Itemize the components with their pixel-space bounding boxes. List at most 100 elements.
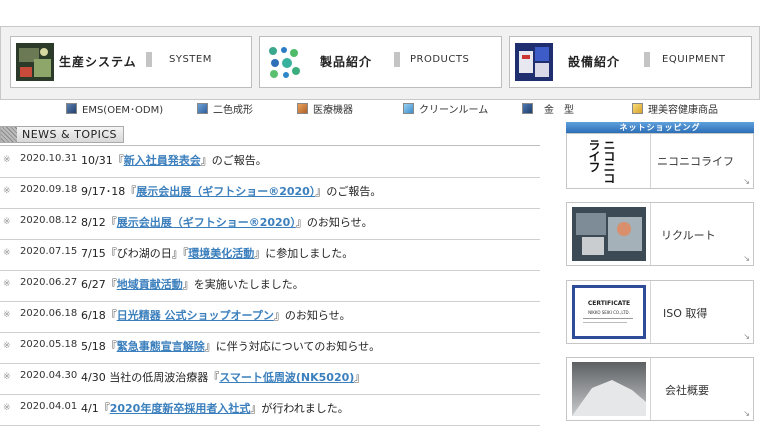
recruit-label: リクルート <box>661 229 716 242</box>
news-text-pre: 6/18『 <box>81 309 117 322</box>
news-link[interactable]: 地域貢献活動 <box>117 278 183 291</box>
news-link[interactable]: スマート低周波(NK5020) <box>219 371 354 384</box>
category-mold-label: 金 型 <box>544 104 574 116</box>
news-item: ※ 2020.10.31 10/31『新入社員発表会』のご報告。 <box>0 146 540 178</box>
banner-divider <box>650 281 651 343</box>
nav-system-en: SYSTEM <box>169 54 212 65</box>
category-cleanroom[interactable]: クリーンルーム <box>403 100 488 116</box>
news-date: 2020.08.12 <box>20 215 78 226</box>
category-ems-icon <box>66 102 77 114</box>
news-link[interactable]: 2020年度新卒採用者入社式 <box>110 402 251 415</box>
banner-iso[interactable]: CERTIFICATE NIKKO SEIKI CO.,LTD. ISO 取得 … <box>566 280 754 344</box>
news-text: 6/18『日光精器 公式ショップオープン』のお知らせ。 <box>81 307 351 323</box>
news-text: 10/31『新入社員発表会』のご報告。 <box>81 152 267 168</box>
nikoniko-label: ニコニコライフ <box>657 155 734 168</box>
banner-nikoniko-life[interactable]: ニコニコライフ ニコニコライフ ↘ <box>566 133 754 189</box>
arrow-icon: ↘ <box>743 254 750 263</box>
news-link[interactable]: 新入社員発表会 <box>124 154 201 167</box>
system-photo <box>16 43 54 81</box>
news-link[interactable]: 環境美化活動 <box>188 247 254 260</box>
company-label: 会社概要 <box>665 384 709 397</box>
category-ems-label: EMS(OEM･ODM) <box>82 104 164 116</box>
news-text-pre: 7/15『びわ湖の日』『 <box>81 247 189 260</box>
nav-products[interactable]: 製品紹介 PRODUCTS <box>259 36 502 88</box>
news-text: 7/15『びわ湖の日』『環境美化活動』に参加しました。 <box>81 245 353 261</box>
news-date: 2020.10.31 <box>20 153 78 164</box>
nav-equipment-en: EQUIPMENT <box>662 54 726 65</box>
news-link[interactable]: 展示会出展（ギフトショー®2020） <box>117 216 296 229</box>
news-text-post: 』に参加しました。 <box>254 247 354 260</box>
news-text-post: 』に伴う対応についてのお知らせ。 <box>204 340 381 353</box>
news-link[interactable]: 緊急事態宣言解除 <box>117 340 205 353</box>
category-two-color-molding[interactable]: 二色成形 <box>197 100 253 116</box>
nav-equipment-marker <box>644 52 650 67</box>
news-text: 8/12『展示会出展（ギフトショー®2020）』のお知らせ。 <box>81 214 373 230</box>
banner-divider <box>650 203 651 265</box>
iso-certificate-company: NIKKO SEIKI CO.,LTD. <box>588 310 630 315</box>
arrow-icon: ↘ <box>743 177 750 186</box>
news-bullet-icon: ※ <box>3 310 11 320</box>
news-bullet-icon: ※ <box>3 186 11 196</box>
arrow-icon: ↘ <box>743 409 750 418</box>
news-item: ※ 2020.05.18 5/18『緊急事態宣言解除』に伴う対応についてのお知ら… <box>0 332 540 364</box>
nikoniko-logo: ニコニコライフ <box>572 137 646 185</box>
news-link[interactable]: 日光精器 公式ショップオープン <box>117 309 274 322</box>
equipment-photo <box>515 43 553 81</box>
news-item: ※ 2020.09.18 9/17･18『展示会出展（ギフトショー®2020）』… <box>0 177 540 209</box>
iso-certificate-image: CERTIFICATE NIKKO SEIKI CO.,LTD. <box>572 285 646 339</box>
news-text-pre: 5/18『 <box>81 340 117 353</box>
news-text-post: 』のお知らせ。 <box>273 309 351 322</box>
news-item: ※ 2020.06.27 6/27『地域貢献活動』を実施いたしました。 <box>0 270 540 302</box>
news-date: 2020.05.18 <box>20 339 78 350</box>
category-two-color-icon <box>197 102 208 114</box>
category-two-color-label: 二色成形 <box>213 104 253 116</box>
category-medical[interactable]: 医療機器 <box>297 100 353 116</box>
news-text-post: 』 <box>354 371 366 384</box>
nav-equipment[interactable]: 設備紹介 EQUIPMENT <box>509 36 752 88</box>
banner-company-profile[interactable]: 会社概要 ↘ <box>566 357 754 421</box>
news-text-post: 』を実施いたしました。 <box>182 278 304 291</box>
recruit-photo <box>572 207 646 261</box>
news-link[interactable]: 展示会出展（ギフトショー®2020） <box>136 185 315 198</box>
nav-system-marker <box>146 52 152 67</box>
category-cleanroom-icon <box>403 102 414 114</box>
news-text-pre: 4/30 当社の低周波治療器『 <box>81 371 220 384</box>
company-photo <box>572 362 646 416</box>
main-nav-band: 生産システム SYSTEM 製品紹介 PRODUCTS 設備紹介 EQUIPME… <box>0 26 760 100</box>
news-date: 2020.06.27 <box>20 277 78 288</box>
news-item: ※ 2020.04.01 4/1『2020年度新卒採用者入社式』が行われました。 <box>0 394 540 426</box>
news-text-post: 』のご報告。 <box>200 154 267 167</box>
iso-certificate-title: CERTIFICATE <box>587 300 631 307</box>
news-bullet-icon: ※ <box>3 403 11 413</box>
news-text-pre: 9/17･18『 <box>81 185 137 198</box>
news-item: ※ 2020.06.18 6/18『日光精器 公式ショップオープン』のお知らせ。 <box>0 301 540 333</box>
nav-system-label: 生産システム <box>59 55 137 69</box>
nav-system[interactable]: 生産システム SYSTEM <box>10 36 252 88</box>
category-beauty-health[interactable]: 理美容健康商品 <box>632 100 718 116</box>
nikoniko-logo-text: ニコニコライフ <box>587 139 616 183</box>
news-bullet-icon: ※ <box>3 341 11 351</box>
banner-divider <box>650 134 651 188</box>
news-date: 2020.09.18 <box>20 184 78 195</box>
news-text: 5/18『緊急事態宣言解除』に伴う対応についてのお知らせ。 <box>81 338 380 354</box>
news-bullet-icon: ※ <box>3 155 11 165</box>
news-text-post: 』が行われました。 <box>250 402 349 415</box>
news-date: 2020.04.30 <box>20 370 78 381</box>
nav-products-en: PRODUCTS <box>410 54 470 65</box>
news-item: ※ 2020.04.30 4/30 当社の低周波治療器『スマート低周波(NK50… <box>0 363 540 395</box>
net-shopping-header: ネットショッピング <box>566 122 754 133</box>
news-bullet-icon: ※ <box>3 279 11 289</box>
category-mold-icon <box>522 102 533 114</box>
category-mold[interactable]: 金 型 <box>522 100 574 116</box>
iso-label: ISO 取得 <box>663 307 708 320</box>
news-item: ※ 2020.07.15 7/15『びわ湖の日』『環境美化活動』に参加しました。 <box>0 239 540 271</box>
news-text: 4/30 当社の低周波治療器『スマート低周波(NK5020)』 <box>81 369 365 385</box>
category-cleanroom-label: クリーンルーム <box>419 104 489 116</box>
news-date: 2020.06.18 <box>20 308 78 319</box>
news-text-post: 』のご報告。 <box>315 185 382 198</box>
news-text-pre: 4/1『 <box>81 402 110 415</box>
banner-recruit[interactable]: リクルート ↘ <box>566 202 754 266</box>
news-bullet-icon: ※ <box>3 217 11 227</box>
news-text: 4/1『2020年度新卒採用者入社式』が行われました。 <box>81 400 349 416</box>
category-ems[interactable]: EMS(OEM･ODM) <box>66 100 163 116</box>
